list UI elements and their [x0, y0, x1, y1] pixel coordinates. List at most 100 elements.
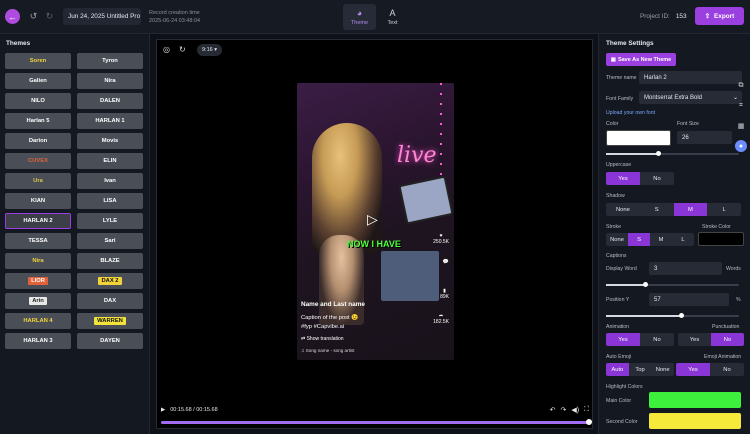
- theme-item[interactable]: Ura: [5, 173, 71, 189]
- progress-knob[interactable]: [586, 419, 592, 425]
- stroke-s[interactable]: S: [628, 233, 650, 246]
- theme-item[interactable]: Arin: [5, 293, 71, 309]
- uppercase-no[interactable]: No: [640, 172, 674, 185]
- emoji-animation-no[interactable]: No: [710, 363, 744, 376]
- animation-yes[interactable]: Yes: [606, 333, 640, 346]
- main-color-swatch[interactable]: [649, 392, 741, 408]
- refresh-icon[interactable]: ↻: [179, 45, 186, 54]
- theme-item[interactable]: HARLAN 4: [5, 313, 71, 329]
- shadow-l[interactable]: L: [707, 203, 741, 216]
- theme-item[interactable]: Darion: [5, 133, 71, 149]
- theme-item[interactable]: NILO: [5, 93, 71, 109]
- theme-item[interactable]: HARLAN 2: [5, 213, 71, 229]
- theme-item[interactable]: CUVEX: [5, 153, 71, 169]
- fullscreen-icon[interactable]: ⛶: [584, 406, 589, 414]
- position-y-input[interactable]: 57: [649, 293, 729, 306]
- rewind-icon[interactable]: ↶: [550, 406, 556, 414]
- stroke-m[interactable]: M: [650, 233, 672, 246]
- stroke-none[interactable]: None: [606, 233, 628, 246]
- video-frame: ◎ ↻ 9:16 ▾ live ▷ NOW I HAVE ♥ 250.5K 💬 ▮…: [156, 39, 593, 429]
- text-color-swatch[interactable]: [606, 130, 671, 146]
- theme-item[interactable]: ELIN: [77, 153, 143, 169]
- auto-emoji-none[interactable]: None: [651, 363, 674, 376]
- theme-item[interactable]: TESSA: [5, 233, 71, 249]
- theme-item-label: DAYEN: [100, 338, 120, 344]
- theme-item[interactable]: Galien: [5, 73, 71, 89]
- assistant-icon[interactable]: ●: [735, 140, 747, 152]
- redo-button[interactable]: ↻: [42, 9, 57, 24]
- punctuation-yes[interactable]: Yes: [678, 333, 711, 346]
- grid-icon[interactable]: ▦: [735, 120, 747, 132]
- tab-text[interactable]: A Text: [376, 4, 409, 30]
- progress-bar[interactable]: [161, 419, 592, 425]
- theme-item-label: HARLAN 3: [23, 338, 53, 344]
- font-family-select[interactable]: Montserrat Extra Bold ⌄: [639, 91, 742, 104]
- theme-item[interactable]: Tyron: [77, 53, 143, 69]
- display-word-slider[interactable]: [606, 282, 739, 287]
- mode-tabs: ◕ Theme A Text: [343, 4, 409, 30]
- color-slider[interactable]: [606, 151, 739, 156]
- position-y-label: Position Y: [606, 297, 630, 303]
- second-color-swatch[interactable]: [649, 413, 741, 429]
- video-preview[interactable]: live ▷ NOW I HAVE ♥ 250.5K 💬 ▮ 89K ➦ 182.5K…: [297, 83, 454, 360]
- theme-item[interactable]: DAYEN: [77, 333, 143, 349]
- theme-item[interactable]: WARREN: [77, 313, 143, 329]
- theme-item[interactable]: LISA: [77, 193, 143, 209]
- display-word-slider-knob[interactable]: [642, 282, 648, 287]
- punctuation-no[interactable]: No: [711, 333, 744, 346]
- aspect-ratio-select[interactable]: 9:16 ▾: [197, 44, 223, 56]
- theme-item[interactable]: Sari: [77, 233, 143, 249]
- project-title-input[interactable]: Jun 24, 2025 Untitled Pro: [63, 8, 141, 25]
- theme-item[interactable]: DAX: [77, 293, 143, 309]
- crop-icon[interactable]: ⌗: [735, 100, 747, 112]
- play-button[interactable]: ▶: [161, 407, 165, 413]
- upload-font-link[interactable]: Upload your own font: [606, 110, 655, 116]
- hide-icon[interactable]: ◎: [163, 45, 170, 54]
- undo-button[interactable]: ↺: [26, 9, 41, 24]
- theme-item[interactable]: Nira: [77, 73, 143, 89]
- position-y-slider-knob[interactable]: [678, 313, 684, 318]
- like-count: 250.5K: [433, 239, 449, 245]
- auto-emoji-auto[interactable]: Auto: [606, 363, 629, 376]
- color-slider-knob[interactable]: [656, 151, 662, 156]
- emoji-animation-yes[interactable]: Yes: [676, 363, 710, 376]
- stroke-l[interactable]: L: [672, 233, 694, 246]
- second-color-label: Second Color: [606, 419, 638, 425]
- save-as-new-theme-button[interactable]: ▣ Save As New Theme: [606, 53, 676, 66]
- like-action: ♥ 250.5K: [433, 233, 449, 245]
- position-y-slider[interactable]: [606, 313, 739, 318]
- display-word-input[interactable]: 3: [649, 262, 722, 275]
- theme-item[interactable]: HARLAN 1: [77, 113, 143, 129]
- shadow-none[interactable]: None: [606, 203, 640, 216]
- theme-item[interactable]: Ivan: [77, 173, 143, 189]
- theme-item[interactable]: LIOR: [5, 273, 71, 289]
- back-button[interactable]: ←: [5, 9, 20, 24]
- volume-icon[interactable]: ◀): [571, 406, 579, 414]
- theme-item[interactable]: KIAN: [5, 193, 71, 209]
- theme-item[interactable]: Harlan 5: [5, 113, 71, 129]
- share-action: ➦ 182.5K: [433, 313, 449, 325]
- theme-item[interactable]: LYLE: [77, 213, 143, 229]
- theme-item[interactable]: Movis: [77, 133, 143, 149]
- forward-icon[interactable]: ↷: [561, 406, 567, 414]
- theme-item[interactable]: DALEN: [77, 93, 143, 109]
- image-edit-icon[interactable]: ⧉: [735, 80, 747, 92]
- theme-item[interactable]: Soren: [5, 53, 71, 69]
- theme-name-input[interactable]: Harlan 2: [639, 71, 742, 84]
- playback-time: 00:15.68 / 00:15.68: [170, 407, 218, 413]
- tab-theme[interactable]: ◕ Theme: [343, 4, 376, 30]
- uppercase-yes[interactable]: Yes: [606, 172, 640, 185]
- font-size-input[interactable]: 26: [677, 131, 732, 144]
- shadow-m[interactable]: M: [673, 203, 708, 216]
- animation-no[interactable]: No: [640, 333, 674, 346]
- auto-emoji-top[interactable]: Top: [629, 363, 652, 376]
- theme-item-label: Nira: [104, 78, 116, 84]
- shadow-s[interactable]: S: [640, 203, 674, 216]
- stroke-color-swatch[interactable]: [698, 232, 744, 246]
- theme-item[interactable]: HARLAN 3: [5, 333, 71, 349]
- play-icon[interactable]: ▷: [367, 211, 378, 228]
- export-button[interactable]: ⇪ Export: [695, 7, 744, 25]
- theme-item[interactable]: DAX 2: [77, 273, 143, 289]
- theme-item[interactable]: Nira: [5, 253, 71, 269]
- theme-item[interactable]: BLAZE: [77, 253, 143, 269]
